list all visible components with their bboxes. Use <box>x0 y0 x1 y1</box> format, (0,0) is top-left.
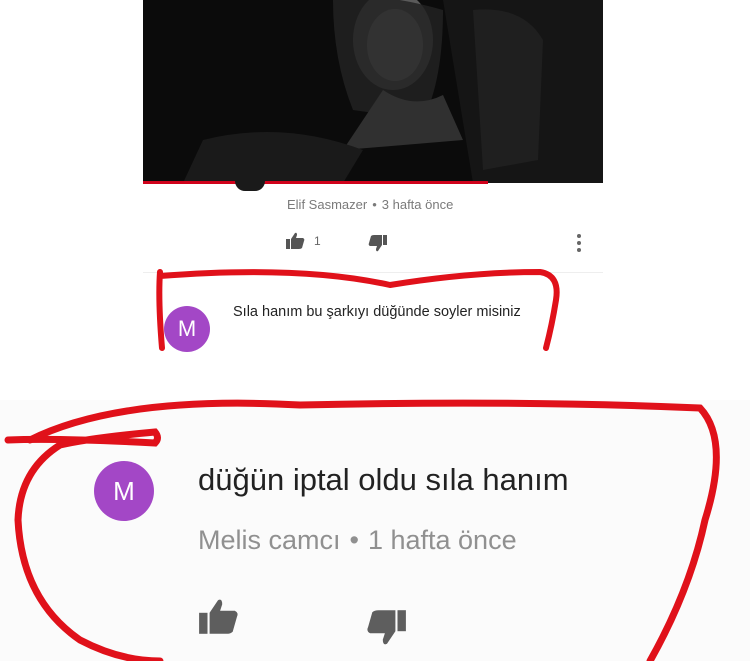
reply-author[interactable]: Melis camcı <box>198 525 341 555</box>
more-vertical-icon[interactable] <box>574 232 584 254</box>
reply-text: düğün iptal oldu sıla hanım <box>198 462 569 497</box>
thumbs-up-icon[interactable] <box>285 232 305 250</box>
comment-text: Sıla hanım bu şarkıyı düğünde soyler mis… <box>233 304 521 320</box>
comment-author[interactable]: Elif Sasmazer <box>287 197 367 212</box>
avatar[interactable]: M <box>164 306 210 352</box>
meta-separator: • <box>372 197 377 212</box>
comment-meta: Elif Sasmazer • 3 hafta önce <box>287 197 453 212</box>
avatar-letter: M <box>177 316 197 341</box>
thumbs-down-icon[interactable] <box>368 234 388 252</box>
reply-time: 1 hafta önce <box>367 525 517 555</box>
video-progress-bar[interactable] <box>143 181 488 184</box>
avatar[interactable]: M <box>94 461 154 521</box>
avatar-letter: M <box>113 475 135 506</box>
meta-separator: • <box>349 525 359 555</box>
thumbs-down-icon[interactable] <box>366 608 408 646</box>
like-count: 1 <box>314 234 321 248</box>
scrubber-handle[interactable] <box>235 181 265 191</box>
thumbs-up-icon[interactable] <box>197 598 239 636</box>
reply-meta: Melis camcı • 1 hafta önce <box>198 525 517 556</box>
divider <box>143 272 603 273</box>
comment-time: 3 hafta önce <box>381 197 454 212</box>
video-thumbnail[interactable] <box>143 0 603 183</box>
